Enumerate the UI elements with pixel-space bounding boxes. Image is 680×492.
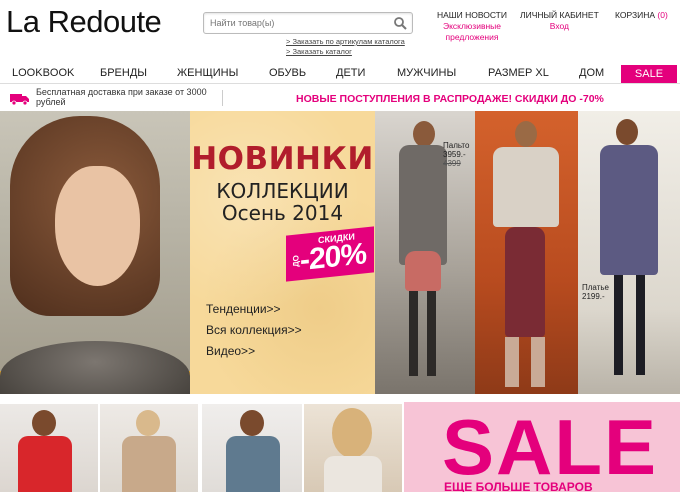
thumb-blonde-model[interactable] <box>304 404 402 492</box>
dress-name: Платье <box>582 283 609 292</box>
figure-head <box>136 410 160 436</box>
video-link[interactable]: Видео>> <box>206 341 302 362</box>
site-logo[interactable]: La Redoute <box>6 4 162 40</box>
news-sub2[interactable]: предложения <box>437 32 507 43</box>
nav-shoes[interactable]: ОБУВЬ <box>269 67 306 79</box>
leg <box>427 291 436 376</box>
leg <box>636 275 645 375</box>
figure-head <box>413 121 435 147</box>
promo-bar: Бесплатная доставка при заказе от 3000 р… <box>0 86 680 110</box>
hero-banner[interactable]: НОВИНКИ КОЛЛЕКЦИИ Осень 2014 СКИДКИ ДО -… <box>0 111 680 394</box>
thumb-beige-coat[interactable] <box>100 404 198 492</box>
figure-head <box>240 410 264 436</box>
coat-old-price: 4399 <box>443 159 461 168</box>
model-portrait-photo[interactable] <box>0 111 190 394</box>
news-sub1[interactable]: Эксклюзивные <box>437 21 507 32</box>
order-links: Заказать по артикулам каталога Заказать … <box>286 37 405 57</box>
figure-head <box>32 410 56 436</box>
discount-badge[interactable]: СКИДКИ ДО -20% <box>286 226 374 282</box>
nav-size-xl[interactable]: РАЗМЕР XL <box>488 67 549 79</box>
truck-icon <box>10 94 29 105</box>
red-jacket <box>18 436 72 492</box>
cart-title[interactable]: КОРЗИНА <box>615 10 655 20</box>
white-top <box>324 456 382 492</box>
all-collection-link[interactable]: Вся коллекция>> <box>206 320 302 341</box>
sale-title: SALE <box>442 403 659 491</box>
leg <box>614 275 623 375</box>
free-shipping-text: Бесплатная доставка при заказе от 3000 р… <box>36 87 207 107</box>
thumb-red-jacket[interactable] <box>0 404 98 492</box>
collection-panel[interactable]: НОВИНКИ КОЛЛЕКЦИИ Осень 2014 СКИДКИ ДО -… <box>190 111 375 394</box>
cart-count: (0) <box>657 10 668 20</box>
news-title[interactable]: НАШИ НОВОСТИ <box>437 10 507 21</box>
figure-head <box>515 121 537 147</box>
login-link[interactable]: Вход <box>520 21 599 32</box>
sweater-figure <box>493 147 559 227</box>
nav-women[interactable]: ЖЕНЩИНЫ <box>177 67 238 79</box>
sale-headline[interactable]: НОВЫЕ ПОСТУПЛЕНИЯ В РАСПРОДАЖЕ! СКИДКИ Д… <box>296 93 604 105</box>
beige-coat <box>122 436 176 492</box>
model-coat-photo[interactable]: Пальто 3959.- 4399 <box>375 111 475 394</box>
banner-subtitle-2: Осень 2014 <box>221 201 344 225</box>
search-box <box>203 12 413 34</box>
main-nav: LOOKBOOK БРЕНДЫ ЖЕНЩИНЫ ОБУВЬ ДЕТИ МУЖЧИ… <box>0 64 680 84</box>
coat-figure <box>399 145 447 265</box>
dress-figure <box>600 145 658 275</box>
leg <box>409 291 418 376</box>
nav-lookbook[interactable]: LOOKBOOK <box>12 67 74 79</box>
nav-brands[interactable]: БРЕНДЫ <box>100 67 147 79</box>
fur-collar <box>0 341 190 394</box>
thumb-denim-jacket[interactable] <box>202 404 302 492</box>
cart-menu[interactable]: КОРЗИНА (0) <box>615 10 668 21</box>
coat-name: Пальто <box>443 141 470 150</box>
banner-subtitle-1: КОЛЛЕКЦИИ <box>216 179 349 203</box>
account-menu[interactable]: ЛИЧНЫЙ КАБИНЕТ Вход <box>520 10 599 32</box>
model-face <box>55 166 140 286</box>
order-catalog-link[interactable]: Заказать каталог <box>286 47 405 57</box>
model-dress-photo[interactable]: Платье 2199.- <box>578 111 680 394</box>
sale-banner[interactable]: SALE ЕЩЕ БОЛЬШЕ ТОВАРОВ <box>404 402 680 492</box>
dress-price: 2199.- <box>582 292 605 301</box>
boot <box>531 337 545 387</box>
trends-link[interactable]: Тенденции>> <box>206 299 302 320</box>
sale-subtitle: ЕЩЕ БОЛЬШЕ ТОВАРОВ <box>444 480 593 492</box>
promo-divider <box>222 90 223 106</box>
search-input[interactable] <box>204 14 384 32</box>
nav-sale[interactable]: SALE <box>621 65 677 83</box>
denim-jacket <box>226 436 280 492</box>
account-title[interactable]: ЛИЧНЫЙ КАБИНЕТ <box>520 10 599 21</box>
order-by-article-link[interactable]: Заказать по артикулам каталога <box>286 37 404 47</box>
bottom-row: SALE ЕЩЕ БОЛЬШЕ ТОВАРОВ <box>0 398 680 492</box>
collection-links: Тенденции>> Вся коллекция>> Видео>> <box>206 299 302 362</box>
trousers-figure <box>505 227 545 337</box>
dress-figure <box>405 251 441 291</box>
model-sweater-photo[interactable] <box>475 111 578 394</box>
price-tag-coat[interactable]: Пальто 3959.- 4399 <box>443 141 469 168</box>
search-icon[interactable] <box>393 16 407 30</box>
figure-head <box>332 408 372 458</box>
nav-kids[interactable]: ДЕТИ <box>336 67 365 79</box>
banner-title: НОВИНКИ <box>191 141 374 177</box>
figure-head <box>616 119 638 145</box>
news-menu[interactable]: НАШИ НОВОСТИ Эксклюзивные предложения <box>437 10 507 43</box>
nav-men[interactable]: МУЖЧИНЫ <box>397 67 456 79</box>
coat-price: 3959.- <box>443 150 466 159</box>
price-tag-dress[interactable]: Платье 2199.- <box>582 283 609 301</box>
discount-value: -20% <box>300 237 367 278</box>
nav-home[interactable]: ДОМ <box>579 67 604 79</box>
boot <box>505 337 519 387</box>
